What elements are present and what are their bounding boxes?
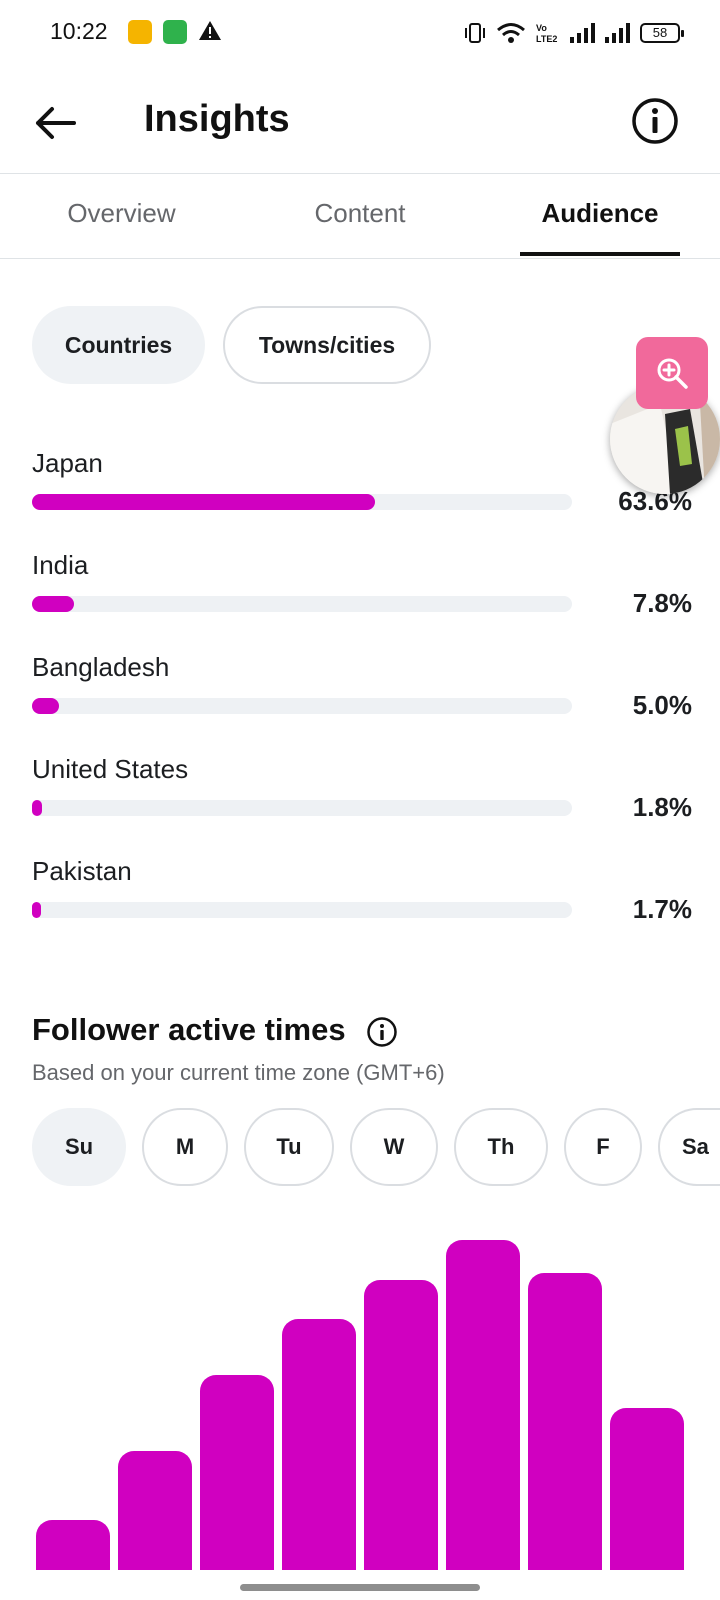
key-notification-icon [128,20,152,44]
country-percent: 1.8% [632,792,692,822]
signal-icon [570,23,595,43]
header-divider [0,173,720,174]
country-row: United States 1.8% [32,754,692,854]
country-bar-fill [32,902,42,918]
tab-overview[interactable]: Overview [44,198,199,229]
signal-icon [605,23,630,43]
country-bar-track [32,494,572,510]
battery-icon: 58 [640,23,684,43]
svg-text:Vo: Vo [536,23,547,33]
info-icon[interactable] [366,1016,398,1048]
country-row: India 7.8% [32,550,692,650]
country-name: India [32,550,89,580]
chip-countries[interactable]: Countries [32,306,205,384]
chart-bar [36,1520,110,1570]
android-notification-icon [163,20,187,44]
page-title: Insights [144,98,290,140]
country-bar-track [32,902,572,918]
chart-bar [282,1319,356,1570]
tab-bar: Overview Content Audience [0,176,720,258]
active-times-chart [36,1210,686,1570]
country-name: United States [32,754,189,784]
home-indicator [240,1584,480,1591]
arrow-left-icon[interactable] [30,98,80,148]
chart-bar [610,1408,684,1570]
info-icon[interactable] [630,96,680,146]
country-bar-fill [32,698,59,714]
country-bar-track [32,698,572,714]
chart-bar [528,1273,602,1570]
status-right: Vo LTE2 58 [464,20,684,46]
country-percent: 5.0% [632,690,692,720]
country-row: Japan 63.6% [32,448,692,548]
svg-text:LTE2: LTE2 [536,34,557,44]
day-chip-monday[interactable]: M [142,1108,228,1186]
country-bar-fill [32,800,42,816]
chart-bar [118,1451,192,1570]
chip-towns-cities[interactable]: Towns/cities [223,306,431,384]
wifi-icon [497,23,525,43]
tab-audience[interactable]: Audience [520,198,680,229]
day-chip-thursday[interactable]: Th [454,1108,548,1186]
chart-bar [446,1240,520,1570]
country-name: Bangladesh [32,652,170,682]
tabs-divider [0,258,720,259]
country-bar-fill [32,596,75,612]
country-bar-fill [32,494,376,510]
active-tab-indicator [520,252,680,256]
status-bar: 10:22 Vo LTE2 58 [0,0,720,64]
day-chip-friday[interactable]: F [564,1108,642,1186]
zoom-button[interactable] [636,337,708,409]
country-row: Pakistan 1.7% [32,856,692,956]
volte-icon: Vo LTE2 [536,23,557,44]
warning-icon [199,21,221,40]
day-chip-tuesday[interactable]: Tu [244,1108,334,1186]
day-chip-wednesday[interactable]: W [350,1108,438,1186]
tab-content[interactable]: Content [290,198,430,229]
section-subtitle: Based on your current time zone (GMT+6) [32,1060,445,1085]
app-header: Insights [0,76,720,172]
section-title: Follower active times [32,1012,346,1047]
country-name: Pakistan [32,856,132,886]
country-percent: 1.7% [632,894,692,924]
chart-bar [364,1280,438,1570]
zoom-in-icon [657,358,688,389]
country-bar-track [32,596,572,612]
chart-bar [200,1375,274,1570]
vibrate-icon [465,23,485,43]
country-percent: 7.8% [632,588,692,618]
day-chip-saturday[interactable]: Sa [658,1108,720,1186]
country-name: Japan [32,448,103,478]
country-row: Bangladesh 5.0% [32,652,692,752]
country-bar-track [32,800,572,816]
status-time: 10:22 [50,18,108,44]
day-chip-sunday[interactable]: Su [32,1108,126,1186]
